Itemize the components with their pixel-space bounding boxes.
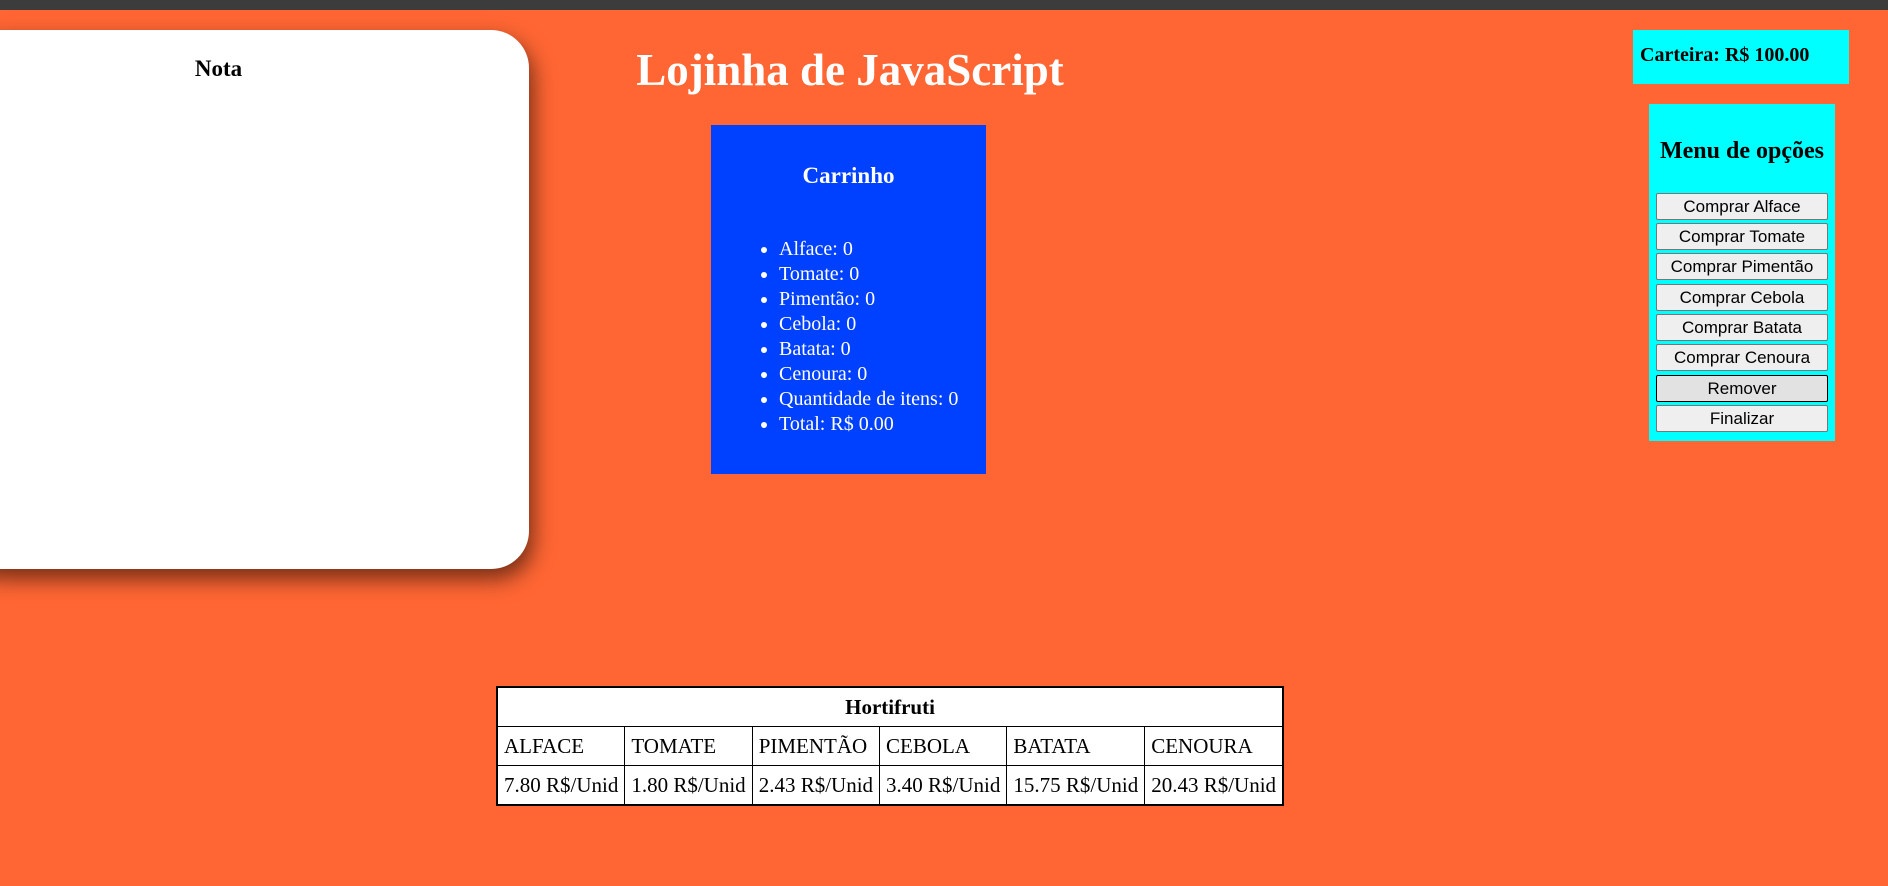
comprar-cenoura-button[interactable]: Comprar Cenoura <box>1656 344 1828 371</box>
price-alface: 7.80 R$/Unid <box>496 765 626 806</box>
carrinho-list: Alface: 0 Tomate: 0 Pimentão: 0 Cebola: … <box>711 237 958 437</box>
browser-top-bar <box>0 0 1888 10</box>
header-pimentao: PIMENTÃO <box>751 726 881 766</box>
table-row: ALFACE TOMATE PIMENTÃO CEBOLA BATATA CEN… <box>496 726 1284 766</box>
price-cenoura: 20.43 R$/Unid <box>1144 765 1284 806</box>
carrinho-item-cebola: Cebola: 0 <box>779 312 958 337</box>
table-row: 7.80 R$/Unid 1.80 R$/Unid 2.43 R$/Unid 3… <box>496 765 1284 806</box>
nota-panel: Nota <box>0 30 529 569</box>
menu-opcoes-panel: Menu de opções Comprar Alface Comprar To… <box>1649 104 1835 441</box>
carrinho-item-cenoura: Cenoura: 0 <box>779 362 958 387</box>
carrinho-item-batata: Batata: 0 <box>779 337 958 362</box>
page-title: Lojinha de JavaScript <box>636 45 1064 95</box>
header-cebola: CEBOLA <box>879 726 1008 766</box>
hortifruti-caption: Hortifruti <box>496 686 1284 727</box>
comprar-alface-button[interactable]: Comprar Alface <box>1656 193 1828 220</box>
carrinho-item-alface: Alface: 0 <box>779 237 958 262</box>
price-tomate: 1.80 R$/Unid <box>624 765 753 806</box>
remover-button[interactable]: Remover <box>1656 375 1828 402</box>
price-pimentao: 2.43 R$/Unid <box>751 765 881 806</box>
carteira-box: Carteira: R$ 100.00 <box>1633 30 1849 84</box>
price-batata: 15.75 R$/Unid <box>1006 765 1146 806</box>
carrinho-title: Carrinho <box>802 163 895 188</box>
carrinho-item-tomate: Tomate: 0 <box>779 262 958 287</box>
header-tomate: TOMATE <box>624 726 753 766</box>
nota-title: Nota <box>194 56 243 81</box>
carrinho-panel: Carrinho Alface: 0 Tomate: 0 Pimentão: 0… <box>711 125 986 474</box>
carrinho-item-quantidade: Quantidade de itens: 0 <box>779 387 958 412</box>
price-cebola: 3.40 R$/Unid <box>879 765 1008 806</box>
comprar-batata-button[interactable]: Comprar Batata <box>1656 314 1828 341</box>
header-cenoura: CENOURA <box>1144 726 1284 766</box>
table-row: Hortifruti <box>496 686 1284 727</box>
hortifruti-table: Hortifruti ALFACE TOMATE PIMENTÃO CEBOLA… <box>496 686 1285 806</box>
header-batata: BATATA <box>1006 726 1146 766</box>
comprar-cebola-button[interactable]: Comprar Cebola <box>1656 284 1828 311</box>
comprar-pimentao-button[interactable]: Comprar Pimentão <box>1656 253 1828 280</box>
carrinho-item-total: Total: R$ 0.00 <box>779 412 958 437</box>
carrinho-item-pimentao: Pimentão: 0 <box>779 287 958 312</box>
comprar-tomate-button[interactable]: Comprar Tomate <box>1656 223 1828 250</box>
header-alface: ALFACE <box>496 726 626 766</box>
finalizar-button[interactable]: Finalizar <box>1656 405 1828 432</box>
menu-title: Menu de opções <box>1660 138 1824 164</box>
